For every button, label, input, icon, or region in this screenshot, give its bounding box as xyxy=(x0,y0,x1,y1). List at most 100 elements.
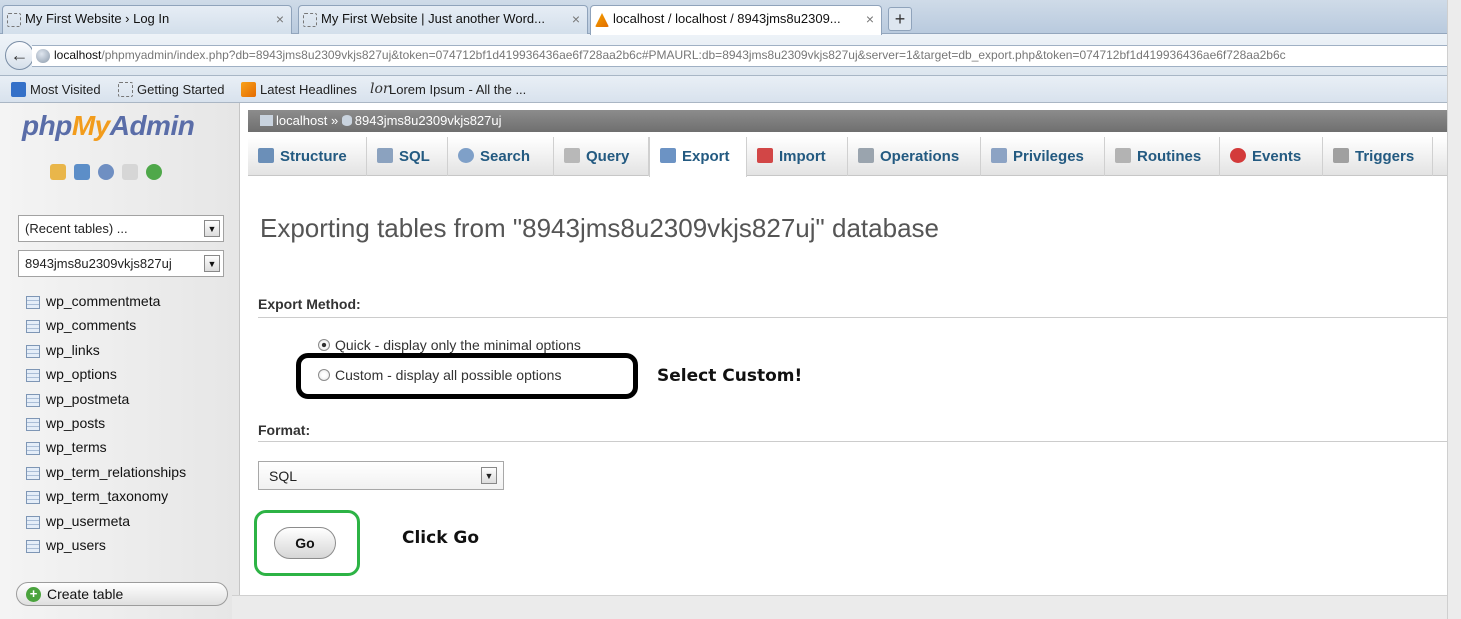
table-item-wp-postmeta[interactable]: wp_postmeta xyxy=(26,391,186,415)
wrench-icon xyxy=(858,148,874,163)
url-host: localhost xyxy=(54,48,102,62)
routines-icon xyxy=(1115,148,1131,163)
create-table-label: Create table xyxy=(47,586,124,602)
radio-label: Quick - display only the minimal options xyxy=(335,337,581,353)
table-icon xyxy=(26,393,40,407)
recent-tables-select[interactable]: (Recent tables) ... ▼ xyxy=(18,215,224,242)
radio-button-checked[interactable] xyxy=(318,339,330,351)
go-button[interactable]: Go xyxy=(274,527,336,559)
table-label: wp_users xyxy=(46,536,106,553)
breadcrumb-separator: » xyxy=(330,113,339,128)
tab-login[interactable]: My First Website › Log In × xyxy=(2,5,292,34)
bookmark-label: Lorem Ipsum - All the ... xyxy=(389,82,527,97)
server-icon xyxy=(260,115,273,126)
page-footer xyxy=(232,595,1447,619)
logout-icon[interactable] xyxy=(74,164,90,180)
table-icon xyxy=(26,296,40,309)
logo-admin: Admin xyxy=(109,110,195,141)
lorem-icon: lor xyxy=(370,81,390,97)
tab-search[interactable]: Search xyxy=(448,137,554,176)
site-identity-icon xyxy=(36,49,50,63)
bookmark-lorem-ipsum[interactable]: lor Lorem Ipsum - All the ... xyxy=(370,82,526,97)
table-item-wp-comments[interactable]: wp_comments xyxy=(26,317,186,341)
breadcrumb-database[interactable]: 8943jms8u2309vkjs827uj xyxy=(355,113,502,128)
bookmarks-toolbar: Most Visited Getting Started Latest Head… xyxy=(0,76,1447,103)
tab-structure[interactable]: Structure xyxy=(248,137,367,176)
tab-label: Triggers xyxy=(1355,148,1415,165)
table-item-wp-terms[interactable]: wp_terms xyxy=(26,439,186,463)
tab-wordpress[interactable]: My First Website | Just another Word... … xyxy=(298,5,588,34)
breadcrumb-server[interactable]: localhost xyxy=(276,113,327,128)
table-icon xyxy=(26,491,40,505)
breadcrumb: localhost » 8943jms8u2309vkjs827uj xyxy=(248,110,1447,132)
help-icon[interactable] xyxy=(98,164,114,180)
tab-operations[interactable]: Operations xyxy=(848,137,981,176)
most-visited-icon xyxy=(11,82,26,97)
table-icon xyxy=(26,344,40,358)
new-tab-button[interactable]: + xyxy=(888,7,912,31)
bookmark-label: Getting Started xyxy=(137,82,225,97)
navigation-panel: phpMyAdmin (Recent tables) ... ▼ 8943jms… xyxy=(0,103,240,619)
tab-routines[interactable]: Routines xyxy=(1105,137,1220,176)
recent-tables-value: (Recent tables) ... xyxy=(25,221,128,236)
tab-label: SQL xyxy=(399,148,430,165)
close-tab-icon[interactable]: × xyxy=(866,11,874,27)
chevron-down-icon: ▼ xyxy=(204,220,220,237)
back-button[interactable]: ← xyxy=(5,41,34,70)
database-icon xyxy=(341,115,352,126)
page-icon xyxy=(118,82,133,97)
select-custom-annotation: Select Custom! xyxy=(657,366,803,386)
tab-import[interactable]: Import xyxy=(747,137,848,176)
table-item-wp-commentmeta[interactable]: wp_commentmeta xyxy=(26,293,186,317)
bookmark-most-visited[interactable]: Most Visited xyxy=(11,82,101,97)
create-table-button[interactable]: + Create table xyxy=(16,582,228,606)
table-icon xyxy=(26,466,40,480)
tab-query[interactable]: Query xyxy=(554,137,649,176)
table-item-wp-posts[interactable]: wp_posts xyxy=(26,415,186,439)
reload-icon[interactable] xyxy=(146,164,162,180)
documentation-icon[interactable] xyxy=(122,164,138,180)
tab-label: Events xyxy=(1252,148,1302,165)
phpmyadmin-logo[interactable]: phpMyAdmin xyxy=(22,110,195,142)
table-item-wp-usermeta[interactable]: wp_usermeta xyxy=(26,513,186,537)
table-item-wp-users[interactable]: wp_users xyxy=(26,537,186,561)
tab-privileges[interactable]: Privileges xyxy=(981,137,1105,176)
format-select[interactable]: SQL ▼ xyxy=(258,461,504,490)
tab-phpmyadmin[interactable]: localhost / localhost / 8943jms8u2309...… xyxy=(590,5,882,35)
address-bar[interactable]: localhost/phpmyadmin/index.php?db=8943jm… xyxy=(32,45,1447,67)
chevron-down-icon: ▼ xyxy=(204,255,220,272)
tab-label: Privileges xyxy=(1013,148,1084,165)
export-method-quick[interactable]: Quick - display only the minimal options xyxy=(318,337,581,353)
chevron-down-icon: ▼ xyxy=(481,467,497,484)
back-arrow-icon: ← xyxy=(10,45,29,65)
search-icon xyxy=(458,148,474,163)
query-icon xyxy=(564,148,580,163)
table-item-wp-links[interactable]: wp_links xyxy=(26,342,186,366)
close-tab-icon[interactable]: × xyxy=(572,11,580,27)
bookmark-latest-headlines[interactable]: Latest Headlines xyxy=(241,82,357,97)
table-icon xyxy=(26,320,40,334)
url-path: /phpmyadmin/index.php?db=8943jms8u2309vk… xyxy=(101,48,1286,62)
window-edge xyxy=(1448,0,1461,619)
tab-export[interactable]: Export xyxy=(649,137,747,177)
database-select[interactable]: 8943jms8u2309vkjs827uj ▼ xyxy=(18,250,224,277)
table-item-wp-term-taxonomy[interactable]: wp_term_taxonomy xyxy=(26,488,186,512)
tab-events[interactable]: Events xyxy=(1220,137,1323,176)
table-item-wp-term-relationships[interactable]: wp_term_relationships xyxy=(26,464,186,488)
tab-title: My First Website › Log In xyxy=(25,11,170,26)
main-menu: Structure SQL Search Query Export Import… xyxy=(248,137,1447,177)
home-icon[interactable] xyxy=(50,164,66,180)
table-item-wp-options[interactable]: wp_options xyxy=(26,366,186,390)
structure-icon xyxy=(258,148,274,163)
tab-sql[interactable]: SQL xyxy=(367,137,448,176)
section-divider xyxy=(258,317,1447,318)
table-label: wp_links xyxy=(46,341,100,358)
close-tab-icon[interactable]: × xyxy=(276,11,284,27)
sql-icon xyxy=(377,148,393,163)
table-icon xyxy=(26,442,40,456)
tab-triggers[interactable]: Triggers xyxy=(1323,137,1433,176)
table-icon xyxy=(26,417,40,431)
bookmark-label: Latest Headlines xyxy=(260,82,357,97)
bookmark-getting-started[interactable]: Getting Started xyxy=(118,82,224,97)
logo-my: My xyxy=(71,110,110,141)
